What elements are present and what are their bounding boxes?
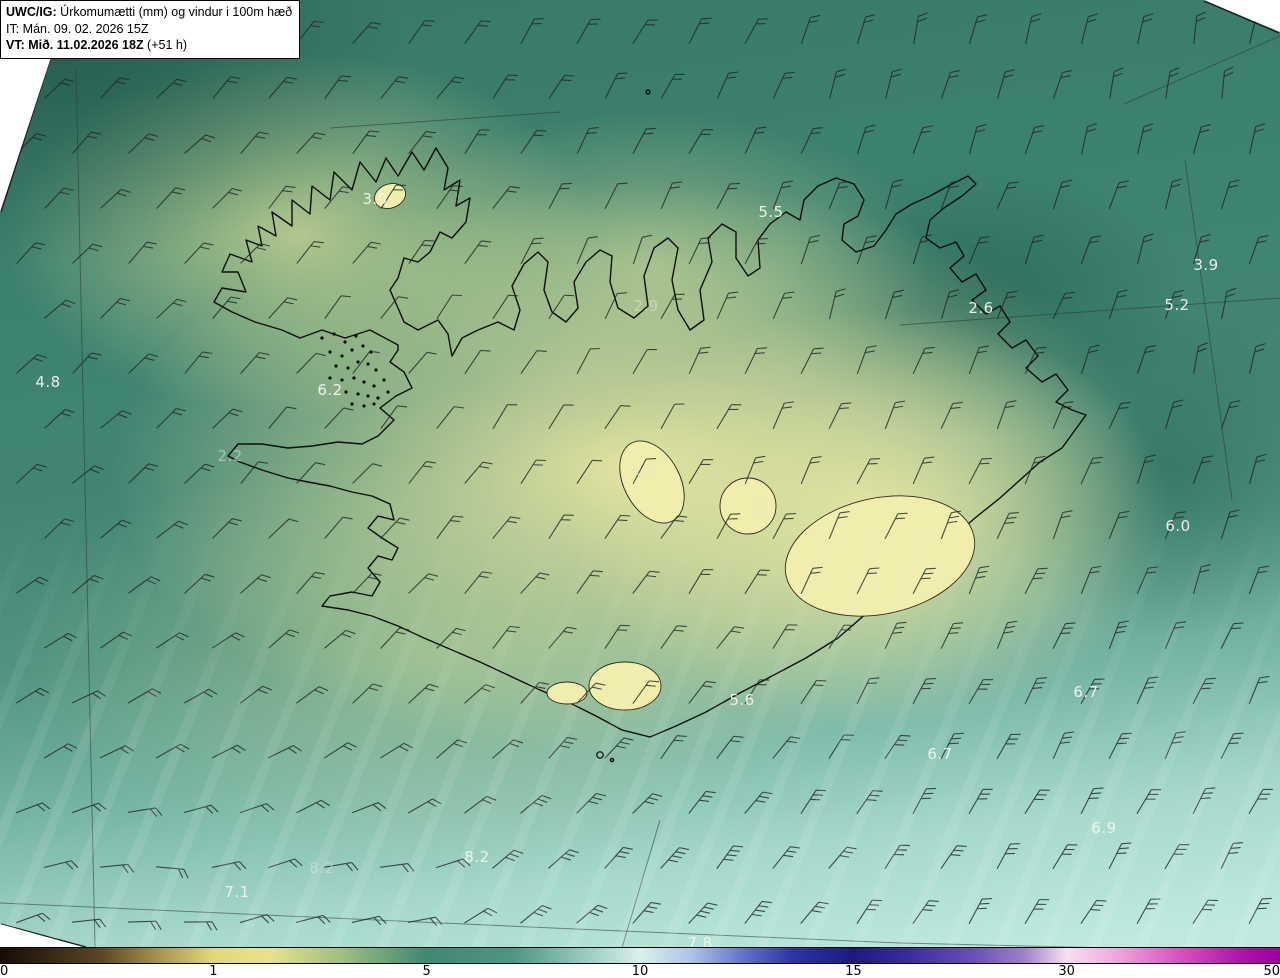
colorbar-gradient (0, 947, 1280, 964)
colorbar-tick-label: 0 (0, 964, 9, 978)
weather-chart-screen: 3.0 5.5 2.9 2.6 3.9 5.2 4.8 6.2 2.2 1.4 1.2 6.0 5.6 6… (0, 0, 1280, 978)
colorbar-tick-label: 5 (422, 964, 431, 978)
colorbar-tick-labels: 0 1 5 10 15 30 50 (0, 964, 1280, 978)
iceland-coastline (213, 89, 1087, 763)
colorbar-tick-label: 50 (1263, 964, 1280, 978)
title-line-init-time: IT: Mán. 09. 02. 2026 15Z (6, 21, 149, 36)
colorbar-tick-label: 30 (1058, 964, 1075, 978)
colorbar: 0 1 5 10 15 30 50 (0, 947, 1280, 978)
title-line-valid-time: VT: Mið. 11.02.2026 18Z (+51 h) (6, 38, 188, 52)
title-line-product: UWC/IG: Úrkomumætti (mm) og vindur i 100… (6, 5, 293, 19)
colorbar-tick-label: 10 (631, 964, 649, 978)
weather-map: 3.0 5.5 2.9 2.6 3.9 5.2 4.8 6.2 2.2 1.4 1.2 6.0 5.6 6… (0, 0, 1280, 948)
colorbar-tick-label: 15 (845, 964, 862, 978)
title-box: UWC/IG: Úrkomumætti (mm) og vindur i 100… (0, 0, 301, 59)
map-canvas (0, 0, 1280, 948)
colorbar-tick-label: 1 (209, 964, 218, 978)
